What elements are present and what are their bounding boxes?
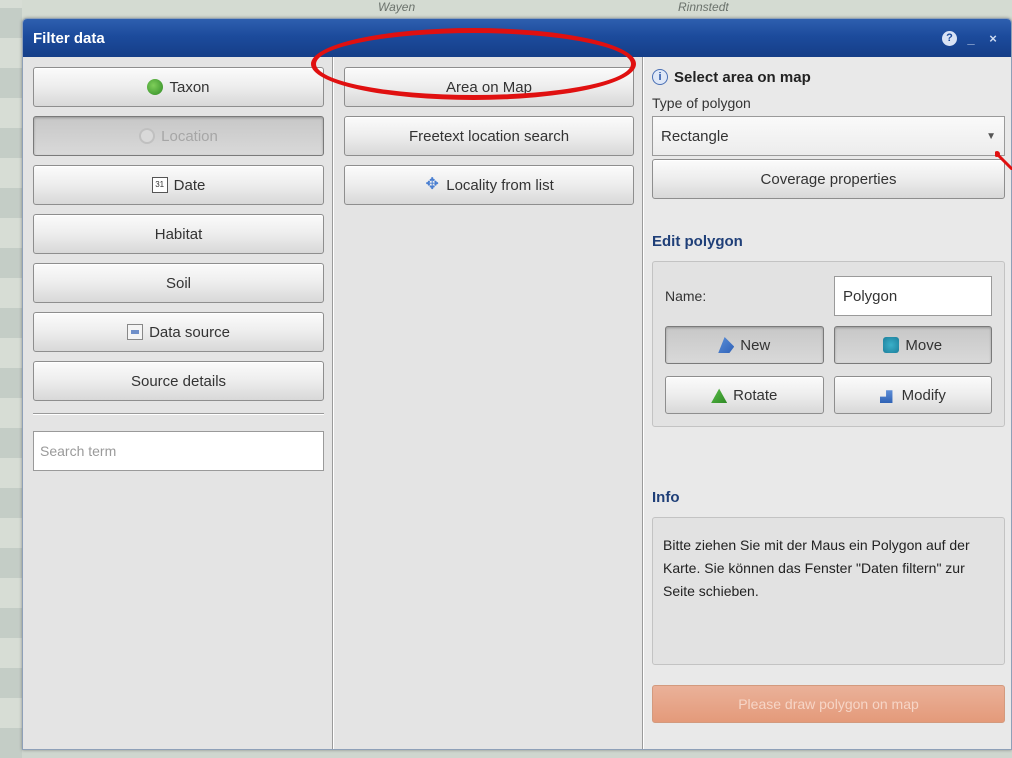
button-label: Date xyxy=(173,176,206,194)
window-content: Taxon Location 31 Date Habitat Soil Data… xyxy=(23,57,1011,749)
location-button[interactable]: Location xyxy=(33,116,324,156)
map-label: Rinnstedt xyxy=(678,0,729,14)
taxon-icon xyxy=(147,79,164,95)
button-label: Data source xyxy=(149,323,230,341)
location-method-column: Area on Map Freetext location search ✥ L… xyxy=(333,57,643,749)
info-icon: i xyxy=(652,69,668,85)
button-label: Habitat xyxy=(154,225,203,243)
soil-button[interactable]: Soil xyxy=(33,263,324,303)
heading-text: Select area on map xyxy=(674,68,811,86)
chevron-down-icon: ▼ xyxy=(986,130,996,142)
name-label: Name: xyxy=(665,288,707,304)
map-label: Wayen xyxy=(378,0,416,14)
window-tools: ? _ × xyxy=(942,30,1001,46)
taxon-button[interactable]: Taxon xyxy=(33,67,324,107)
date-button[interactable]: 31 Date xyxy=(33,165,324,205)
new-icon xyxy=(718,337,735,353)
button-label: Rotate xyxy=(733,386,778,404)
button-label: Area on Map xyxy=(446,78,532,96)
button-label: Soil xyxy=(165,274,191,292)
polygon-type-select[interactable]: Rectangle ▼ xyxy=(652,116,1005,156)
polygon-actions: New Move Rotate Modify xyxy=(665,326,992,414)
button-label: Coverage properties xyxy=(760,170,897,188)
locality-from-list-button[interactable]: ✥ Locality from list xyxy=(344,165,634,205)
polygon-name-input[interactable] xyxy=(834,276,992,316)
button-label: Freetext location search xyxy=(408,127,570,145)
close-icon[interactable]: × xyxy=(985,30,1001,46)
area-on-map-button[interactable]: Area on Map xyxy=(344,67,634,107)
polygon-type-value: Rectangle xyxy=(661,127,729,145)
button-label: Move xyxy=(905,336,943,354)
window-titlebar[interactable]: Filter data ? _ × xyxy=(23,19,1011,57)
modify-polygon-button[interactable]: Modify xyxy=(833,376,992,414)
rotate-polygon-button[interactable]: Rotate xyxy=(665,376,824,414)
divider xyxy=(33,413,324,415)
button-label: Taxon xyxy=(169,78,210,96)
polygon-type-label: Type of polygon xyxy=(652,95,751,111)
button-label: New xyxy=(740,336,771,354)
data-source-button[interactable]: Data source xyxy=(33,312,324,352)
move-polygon-button[interactable]: Move xyxy=(833,326,992,364)
edit-polygon-panel: Name: New Move Rotate xyxy=(652,261,1005,427)
locality-icon: ✥ xyxy=(425,176,439,193)
habitat-button[interactable]: Habitat xyxy=(33,214,324,254)
filter-category-column: Taxon Location 31 Date Habitat Soil Data… xyxy=(23,57,333,749)
info-heading: Info xyxy=(652,488,680,506)
area-settings-column: i Select area on map Type of polygon Rec… xyxy=(643,57,1011,749)
minimize-icon[interactable]: _ xyxy=(963,30,979,46)
location-icon xyxy=(139,128,156,144)
new-polygon-button[interactable]: New xyxy=(665,326,824,364)
button-label: Modify xyxy=(901,386,946,404)
edit-polygon-heading: Edit polygon xyxy=(652,232,743,250)
select-area-heading: i Select area on map xyxy=(652,65,1005,89)
map-left-strip[interactable] xyxy=(0,0,22,758)
button-label: Locality from list xyxy=(446,176,554,194)
button-label: Location xyxy=(161,127,218,145)
modify-icon xyxy=(879,390,893,403)
window-title: Filter data xyxy=(33,29,105,47)
draw-polygon-status-button: Please draw polygon on map xyxy=(652,685,1005,723)
search-term-input[interactable] xyxy=(33,431,324,471)
coverage-properties-button[interactable]: Coverage properties xyxy=(652,159,1005,199)
help-icon[interactable]: ? xyxy=(942,30,957,46)
button-label: Source details xyxy=(130,372,227,390)
calendar-icon: 31 xyxy=(151,177,168,193)
source-details-button[interactable]: Source details xyxy=(33,361,324,401)
move-icon xyxy=(883,337,900,353)
filter-data-window: Filter data ? _ × Taxon Location 31 Date… xyxy=(22,18,1012,750)
name-row: Name: xyxy=(665,276,992,316)
rotate-icon xyxy=(711,388,728,403)
freetext-location-search-button[interactable]: Freetext location search xyxy=(344,116,634,156)
document-icon xyxy=(127,324,144,340)
info-text: Bitte ziehen Sie mit der Maus ein Polygo… xyxy=(652,517,1005,665)
